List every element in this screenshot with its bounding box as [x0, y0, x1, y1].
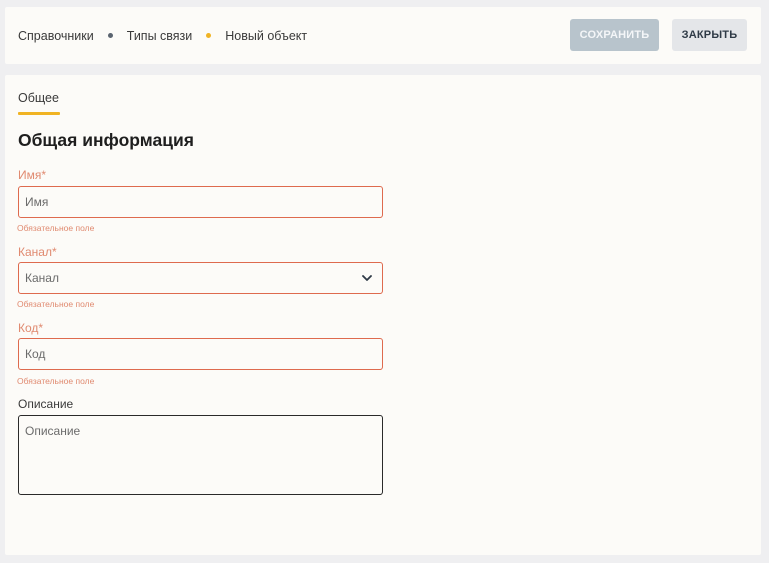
code-placeholder: Код	[25, 347, 46, 361]
top-bar: Справочники Типы связи Новый объект СОХР…	[5, 7, 761, 64]
breadcrumb-item-directories[interactable]: Справочники	[18, 29, 94, 43]
main-panel: Общее Общая информация Имя* Имя Обязател…	[5, 75, 761, 555]
breadcrumb-item-current: Новый объект	[225, 28, 308, 43]
breadcrumb: Справочники Типы связи Новый объект	[18, 7, 307, 64]
description-textarea[interactable]: Описание	[18, 415, 383, 495]
close-button[interactable]: ЗАКРЫТЬ	[672, 19, 747, 51]
section-title: Общая информация	[18, 130, 194, 150]
channel-error: Обязательное поле	[17, 299, 95, 309]
channel-placeholder: Канал	[25, 271, 59, 285]
code-input[interactable]: Код	[18, 338, 383, 370]
code-label: Код*	[18, 321, 44, 335]
description-placeholder: Описание	[25, 424, 81, 438]
code-error: Обязательное поле	[17, 376, 95, 386]
name-error: Обязательное поле	[17, 223, 95, 233]
active-tab-indicator	[18, 112, 60, 115]
tab-general[interactable]: Общее	[18, 91, 59, 105]
name-input[interactable]: Имя	[18, 186, 383, 218]
breadcrumb-separator-dot	[206, 33, 212, 38]
description-label: Описание	[18, 397, 74, 411]
breadcrumb-separator-dot	[107, 33, 113, 38]
breadcrumb-item-link-types[interactable]: Типы связи	[127, 29, 193, 43]
name-label: Имя*	[18, 168, 47, 182]
channel-select[interactable]: Канал	[18, 262, 383, 294]
name-placeholder: Имя	[25, 195, 49, 209]
chevron-down-icon[interactable]	[362, 274, 372, 282]
channel-label: Канал*	[18, 245, 57, 259]
save-button[interactable]: СОХРАНИТЬ	[570, 19, 659, 51]
